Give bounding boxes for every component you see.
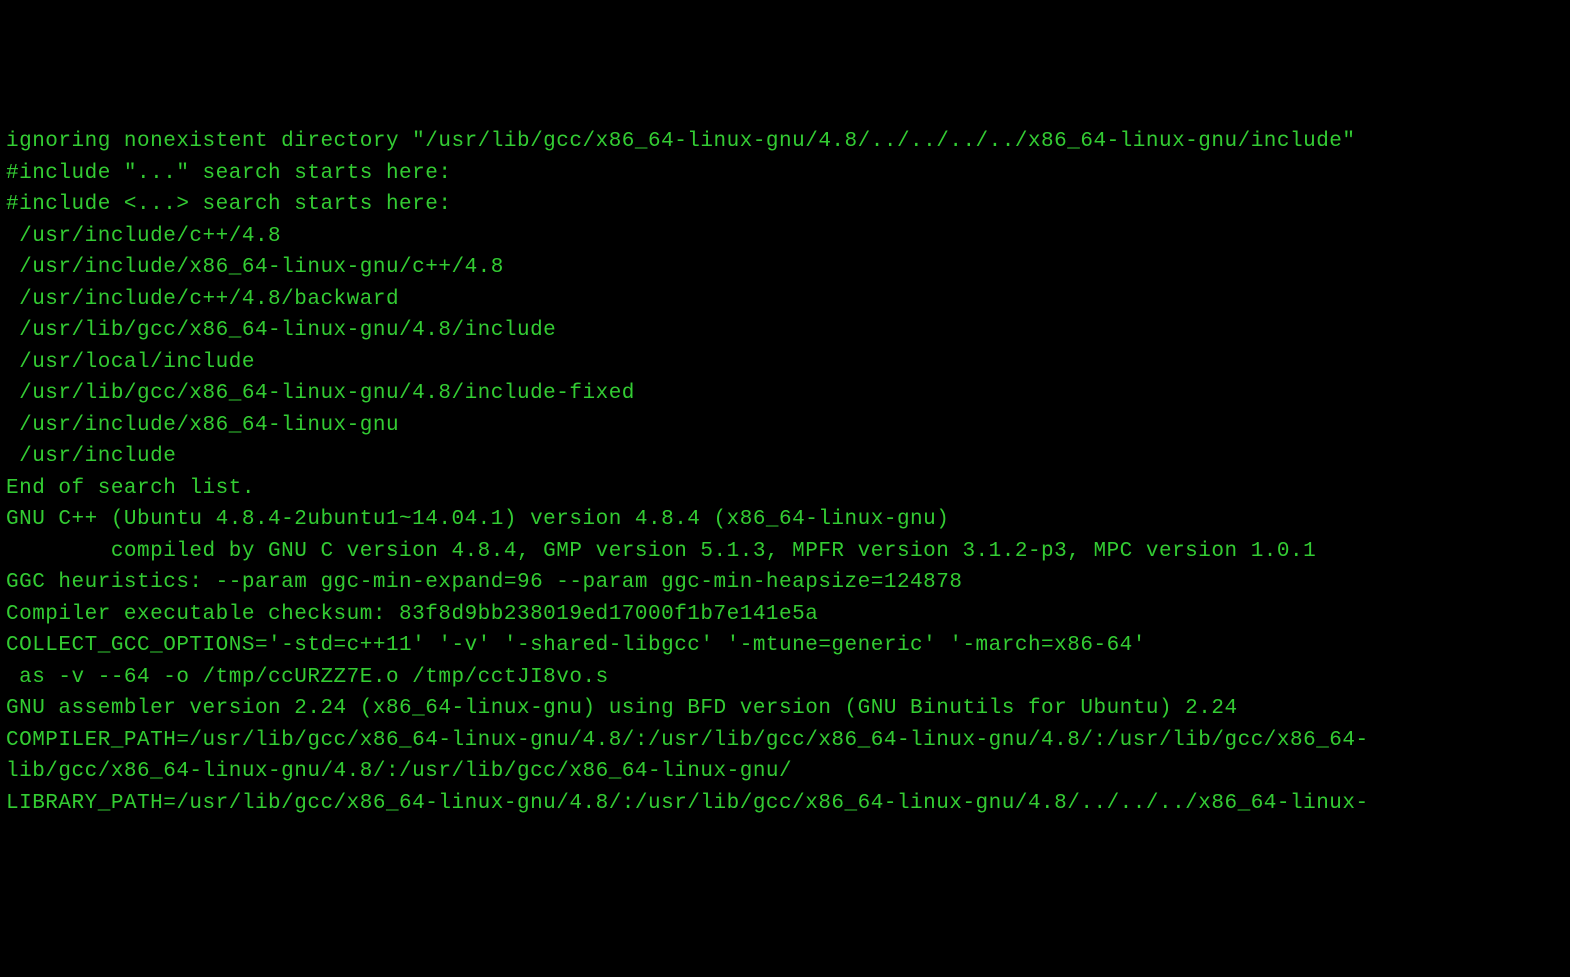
- terminal-line: as -v --64 -o /tmp/ccURZZ7E.o /tmp/cctJI…: [6, 662, 1564, 694]
- terminal-line: /usr/local/include: [6, 347, 1564, 379]
- terminal-line: COMPILER_PATH=/usr/lib/gcc/x86_64-linux-…: [6, 725, 1564, 757]
- terminal-output[interactable]: ignoring nonexistent directory "/usr/lib…: [6, 126, 1564, 819]
- terminal-line: End of search list.: [6, 473, 1564, 505]
- terminal-line: /usr/include/x86_64-linux-gnu/c++/4.8: [6, 252, 1564, 284]
- terminal-line: LIBRARY_PATH=/usr/lib/gcc/x86_64-linux-g…: [6, 788, 1564, 820]
- terminal-line: #include "..." search starts here:: [6, 158, 1564, 190]
- terminal-line: GGC heuristics: --param ggc-min-expand=9…: [6, 567, 1564, 599]
- terminal-line: /usr/lib/gcc/x86_64-linux-gnu/4.8/includ…: [6, 315, 1564, 347]
- terminal-line: /usr/include/x86_64-linux-gnu: [6, 410, 1564, 442]
- terminal-line: ignoring nonexistent directory "/usr/lib…: [6, 126, 1564, 158]
- terminal-line: lib/gcc/x86_64-linux-gnu/4.8/:/usr/lib/g…: [6, 756, 1564, 788]
- terminal-line: GNU C++ (Ubuntu 4.8.4-2ubuntu1~14.04.1) …: [6, 504, 1564, 536]
- terminal-line: GNU assembler version 2.24 (x86_64-linux…: [6, 693, 1564, 725]
- terminal-line: /usr/include: [6, 441, 1564, 473]
- terminal-line: #include <...> search starts here:: [6, 189, 1564, 221]
- terminal-line: /usr/lib/gcc/x86_64-linux-gnu/4.8/includ…: [6, 378, 1564, 410]
- terminal-line: /usr/include/c++/4.8: [6, 221, 1564, 253]
- terminal-line: compiled by GNU C version 4.8.4, GMP ver…: [6, 536, 1564, 568]
- terminal-line: /usr/include/c++/4.8/backward: [6, 284, 1564, 316]
- terminal-line: COLLECT_GCC_OPTIONS='-std=c++11' '-v' '-…: [6, 630, 1564, 662]
- terminal-line: Compiler executable checksum: 83f8d9bb23…: [6, 599, 1564, 631]
